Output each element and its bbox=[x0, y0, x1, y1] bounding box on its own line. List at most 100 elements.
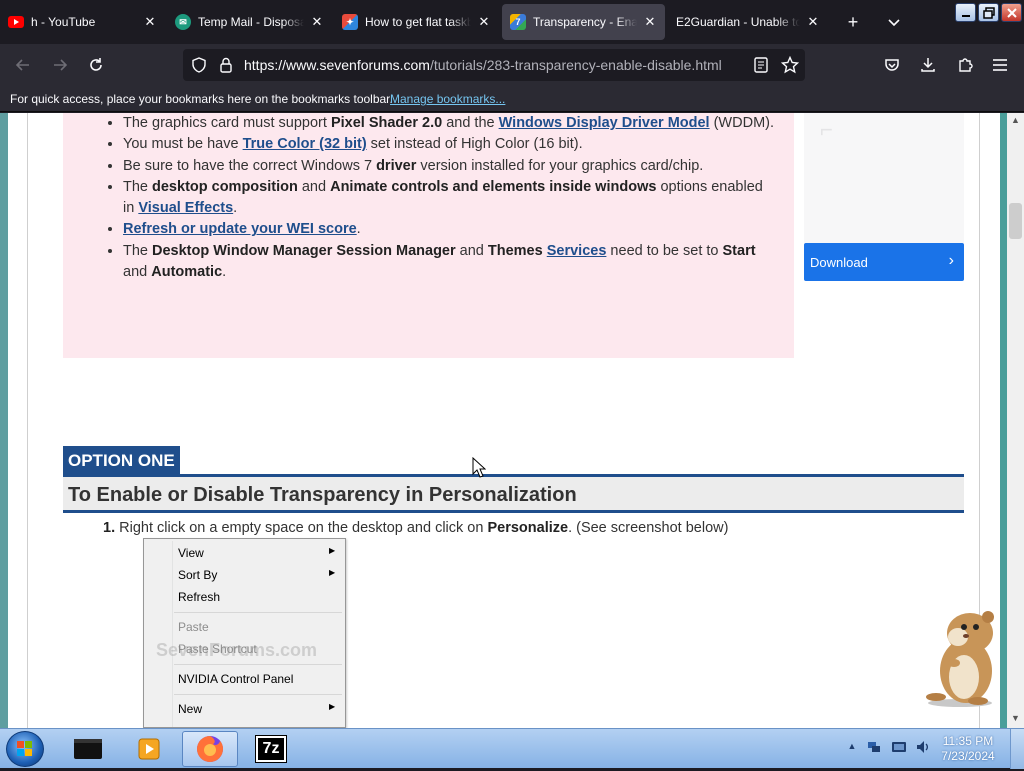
requirement-item: The Desktop Window Manager Session Manag… bbox=[123, 241, 778, 284]
close-window-button[interactable] bbox=[1001, 3, 1022, 22]
restore-icon bbox=[982, 6, 995, 19]
requirement-link[interactable]: Services bbox=[547, 243, 607, 259]
scroll-down-icon[interactable]: ▼ bbox=[1009, 713, 1022, 725]
menu-separator bbox=[174, 612, 342, 613]
menu-gutter bbox=[172, 541, 173, 727]
tab-title: Temp Mail - Disposable bbox=[198, 15, 304, 29]
menu-separator bbox=[174, 694, 342, 695]
close-tab-icon[interactable]: ✕ bbox=[477, 14, 491, 30]
tab-title: How to get flat taskbar bbox=[365, 15, 471, 29]
action-center-icon[interactable] bbox=[891, 739, 907, 755]
show-desktop-button[interactable] bbox=[1010, 729, 1024, 769]
menu-item-nvidia: NVIDIA Control Panel bbox=[178, 672, 294, 686]
bold-text: Start bbox=[722, 242, 756, 259]
requirements-panel: The graphics card must support Pixel Sha… bbox=[63, 113, 794, 358]
requirement-text: The bbox=[123, 178, 153, 195]
pocket-button[interactable] bbox=[880, 53, 904, 77]
minimize-button[interactable] bbox=[955, 3, 976, 22]
tempmail-icon: ✉ bbox=[175, 14, 191, 30]
tab-strip: h - YouTube ✕ ✉ Temp Mail - Disposable ✕… bbox=[0, 0, 1024, 44]
address-bar[interactable]: https://www.sevenforums.com/tutorials/28… bbox=[183, 49, 805, 81]
download-ad-button[interactable]: Download › bbox=[804, 243, 964, 281]
content-border-left bbox=[27, 113, 28, 728]
start-button[interactable] bbox=[6, 731, 44, 767]
step-1: 1. Right click on a empty space on the d… bbox=[103, 520, 728, 536]
requirement-text: need to be set to bbox=[606, 242, 723, 259]
reload-icon bbox=[90, 58, 102, 71]
chevron-down-icon bbox=[888, 19, 900, 27]
vertical-scrollbar[interactable]: ▲ ▼ bbox=[1007, 113, 1024, 728]
bold-text: Desktop Window Manager Session Manager bbox=[152, 242, 456, 259]
shield-icon[interactable] bbox=[191, 57, 207, 78]
url-text[interactable]: https://www.sevenforums.com/tutorials/28… bbox=[244, 57, 722, 73]
volume-icon[interactable] bbox=[915, 739, 931, 755]
7zip-icon: 7z bbox=[255, 735, 287, 763]
tab-flat-taskbar[interactable]: ✦ How to get flat taskbar ✕ bbox=[334, 4, 499, 40]
manage-bookmarks-link[interactable]: Manage bookmarks... bbox=[390, 92, 505, 106]
sevenforums-icon: 7 bbox=[510, 14, 526, 30]
system-clock[interactable]: 11:35 PM 7/23/2024 bbox=[938, 734, 998, 764]
requirement-item: You must be have True Color (32 bit) set… bbox=[123, 134, 778, 155]
close-tab-icon[interactable]: ✕ bbox=[143, 14, 157, 30]
bold-text: desktop composition bbox=[152, 178, 298, 195]
bold-text: Themes bbox=[487, 242, 543, 259]
clock-time: 11:35 PM bbox=[942, 734, 994, 748]
taskbar-firefox[interactable] bbox=[182, 731, 238, 767]
ad-graphic: ⌐ bbox=[820, 117, 833, 142]
bookmark-star-icon[interactable] bbox=[780, 55, 800, 79]
requirement-link[interactable]: Refresh or update your WEI score bbox=[123, 221, 357, 237]
scrollbar-thumb[interactable] bbox=[1009, 203, 1022, 239]
downloads-button[interactable] bbox=[916, 53, 940, 77]
new-tab-button[interactable]: + bbox=[839, 8, 867, 36]
restore-button[interactable] bbox=[978, 3, 999, 22]
scroll-up-icon[interactable]: ▲ bbox=[1009, 115, 1022, 127]
requirement-text: . bbox=[222, 264, 227, 281]
tab-tempmail[interactable]: ✉ Temp Mail - Disposable ✕ bbox=[167, 4, 332, 40]
download-icon bbox=[921, 58, 935, 72]
tab-youtube[interactable]: h - YouTube ✕ bbox=[0, 4, 165, 40]
submenu-arrow-icon: ▶ bbox=[329, 568, 336, 577]
close-tab-icon[interactable]: ✕ bbox=[806, 14, 820, 30]
page-content: The graphics card must support Pixel Sha… bbox=[8, 113, 1007, 728]
bookmarks-toolbar: For quick access, place your bookmarks h… bbox=[0, 86, 1024, 112]
step-bold: Personalize bbox=[487, 520, 569, 536]
back-button[interactable] bbox=[11, 53, 35, 77]
requirement-link[interactable]: True Color (32 bit) bbox=[243, 136, 367, 152]
network-icon[interactable] bbox=[866, 739, 882, 755]
lock-icon[interactable] bbox=[219, 57, 233, 78]
page-side-border bbox=[1000, 113, 1007, 728]
tab-transparency[interactable]: 7 Transparency - Enable ✕ bbox=[502, 4, 665, 40]
media-player-icon bbox=[138, 738, 160, 760]
bookmarks-hint: For quick access, place your bookmarks h… bbox=[10, 92, 393, 106]
taskbar-media-player[interactable] bbox=[121, 731, 177, 767]
close-tab-icon[interactable]: ✕ bbox=[310, 14, 324, 30]
bold-text: Animate controls and elements inside win… bbox=[330, 178, 657, 195]
close-tab-icon[interactable]: ✕ bbox=[643, 14, 657, 30]
reload-button[interactable] bbox=[84, 53, 108, 77]
requirement-link[interactable]: Windows Display Driver Model bbox=[499, 115, 710, 131]
taskbar-7zip[interactable]: 7z bbox=[243, 731, 299, 767]
app-menu-button[interactable] bbox=[988, 53, 1012, 77]
show-hidden-icons-icon[interactable]: ▲ bbox=[844, 741, 860, 757]
puzzle-icon: ✦ bbox=[342, 14, 358, 30]
requirement-text: set instead of High Color (16 bit). bbox=[366, 136, 583, 153]
back-arrow-icon bbox=[15, 59, 29, 71]
reader-view-icon[interactable] bbox=[754, 57, 768, 78]
taskbar-terminal[interactable] bbox=[60, 731, 116, 767]
menu-item-view: View ▶ bbox=[178, 546, 336, 560]
submenu-arrow-icon: ▶ bbox=[329, 546, 336, 555]
forward-button[interactable] bbox=[48, 53, 72, 77]
tab-e2guardian[interactable]: E2Guardian - Unable to load ✕ bbox=[668, 4, 828, 40]
forward-arrow-icon bbox=[54, 59, 68, 71]
extensions-button[interactable] bbox=[953, 53, 977, 77]
pocket-icon bbox=[885, 59, 899, 71]
requirement-item: The graphics card must support Pixel Sha… bbox=[123, 113, 778, 134]
url-path: /tutorials/283-transparency-enable-disab… bbox=[429, 57, 722, 73]
list-all-tabs-button[interactable] bbox=[880, 8, 908, 36]
minimize-icon bbox=[961, 14, 970, 17]
step-number: 1. bbox=[103, 520, 116, 536]
requirement-text: and bbox=[297, 178, 331, 195]
menu-item-paste: Paste bbox=[178, 620, 209, 634]
tab-title: Transparency - Enable bbox=[533, 15, 637, 29]
requirement-link[interactable]: Visual Effects bbox=[138, 200, 233, 216]
